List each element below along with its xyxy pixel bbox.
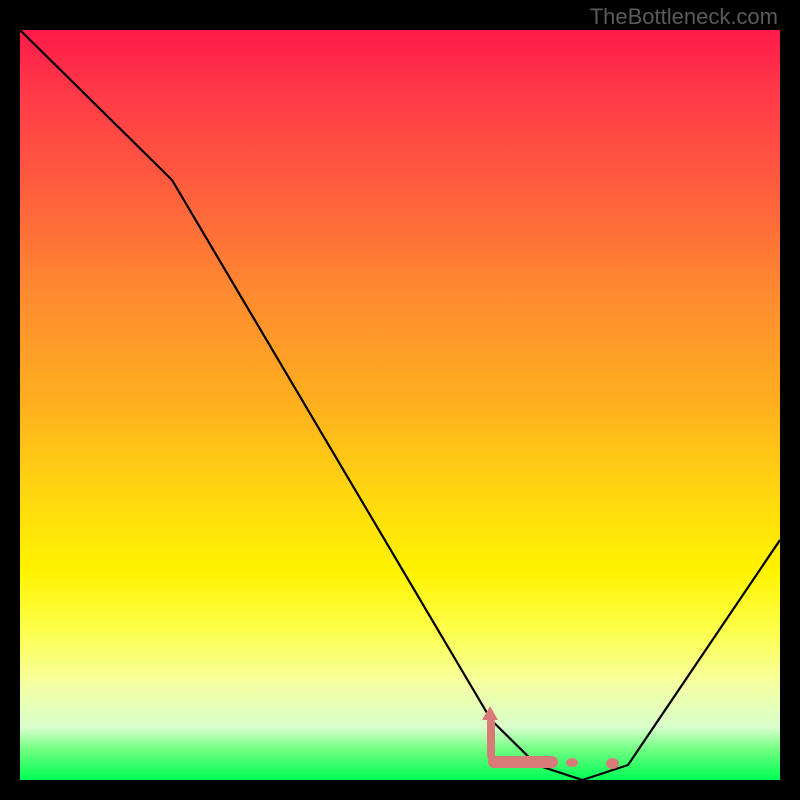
- pointer-stem: [487, 718, 495, 760]
- bottleneck-curve: [20, 30, 780, 780]
- marker-dot-2: [606, 758, 619, 769]
- watermark-text: TheBottleneck.com: [590, 4, 778, 30]
- plot-area: [20, 30, 780, 780]
- flat-marker-bar: [488, 756, 558, 768]
- marker-dot-1: [566, 758, 578, 767]
